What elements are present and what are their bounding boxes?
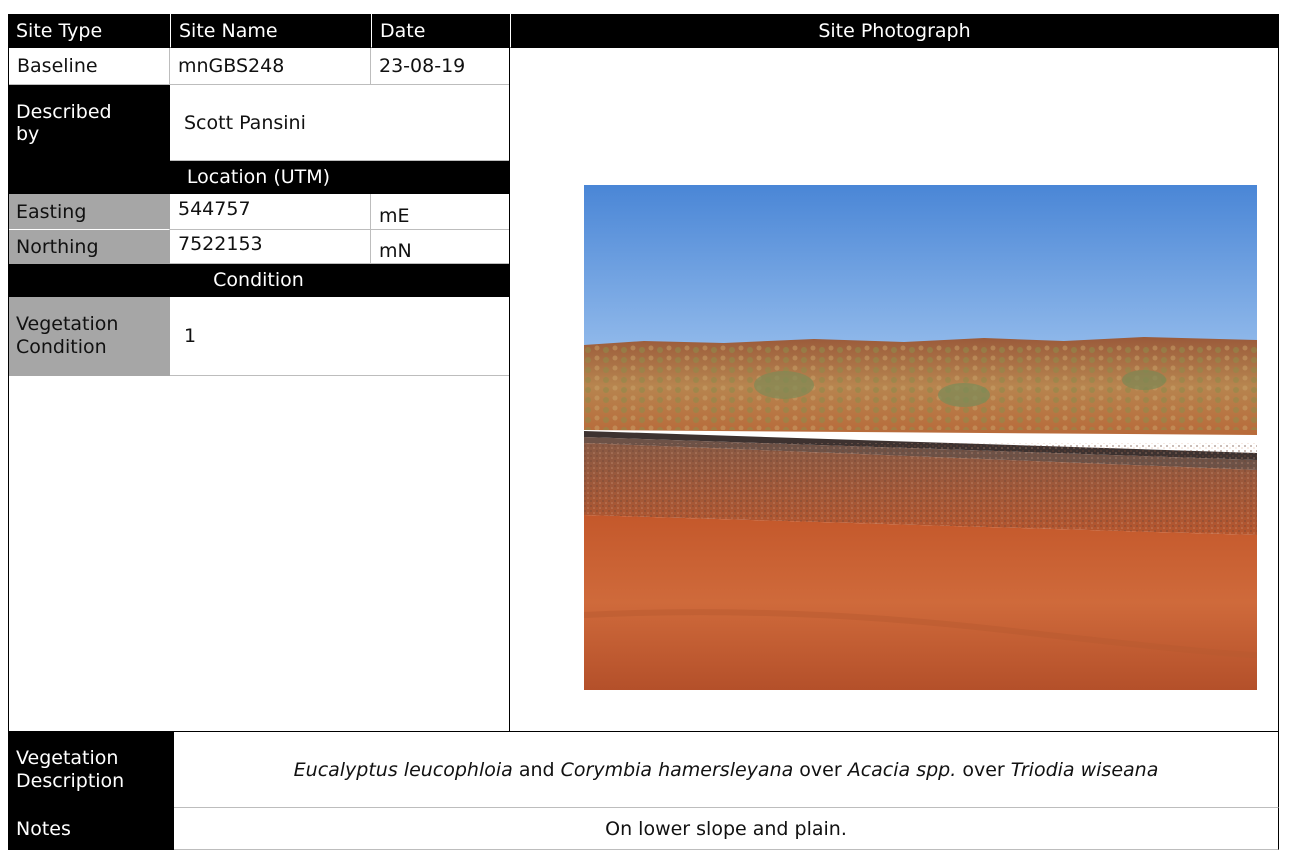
site-record-sheet: Site Type Site Name Date Site Photograph… xyxy=(8,14,1279,850)
site-photograph xyxy=(584,185,1257,690)
header-site-photograph: Site Photograph xyxy=(510,14,1279,48)
species-corymbia: Corymbia hamersleyana xyxy=(560,758,794,781)
species-triodia: Triodia wiseana xyxy=(1010,758,1159,781)
species-acacia: Acacia spp. xyxy=(847,758,957,781)
vegetation-description-label-line2: Description xyxy=(16,769,125,792)
vegetation-description-value: Eucalyptus leucophloia and Corymbia hame… xyxy=(174,732,1279,808)
column-divider xyxy=(509,48,510,732)
conjunction-over-1: over xyxy=(793,758,848,781)
vegetation-description-label-line1: Vegetation xyxy=(16,746,119,769)
header-site-name: Site Name xyxy=(170,14,371,48)
header-date: Date xyxy=(371,14,510,48)
site-photograph-image xyxy=(584,185,1257,690)
conjunction-over-2: over xyxy=(956,758,1011,781)
notes-value: On lower slope and plain. xyxy=(174,808,1279,850)
species-eucalyptus: Eucalyptus leucophloia xyxy=(293,758,513,781)
conjunction-and: and xyxy=(512,758,561,781)
header-site-type: Site Type xyxy=(8,14,170,48)
vegetation-description-label: Vegetation Description xyxy=(8,732,174,808)
notes-label: Notes xyxy=(8,808,174,850)
